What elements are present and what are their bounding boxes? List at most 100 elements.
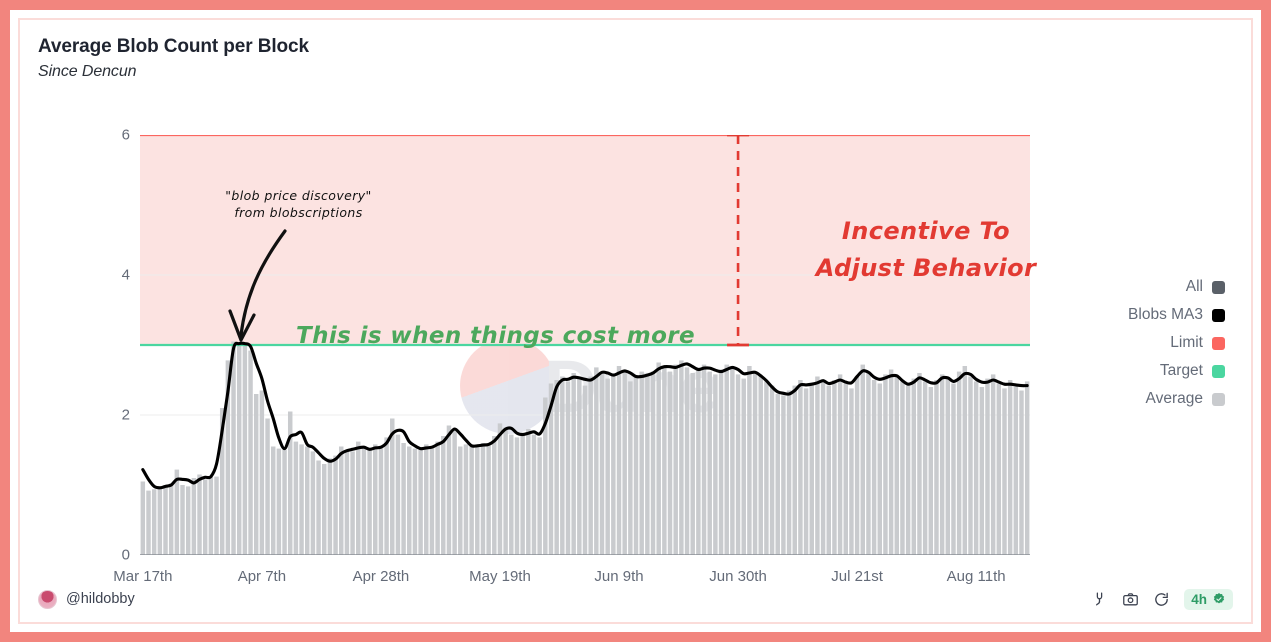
bar[interactable]	[475, 446, 480, 556]
bar[interactable]	[520, 432, 525, 556]
bar[interactable]	[599, 373, 605, 555]
bar[interactable]	[730, 368, 735, 555]
bar[interactable]	[934, 380, 939, 555]
bar[interactable]	[537, 437, 542, 555]
bar[interactable]	[990, 374, 996, 555]
bar[interactable]	[310, 451, 316, 555]
bar[interactable]	[492, 436, 497, 555]
bar[interactable]	[197, 474, 202, 556]
bar[interactable]	[803, 388, 809, 555]
bar[interactable]	[764, 381, 769, 555]
bar[interactable]	[265, 418, 270, 556]
bar[interactable]	[424, 444, 429, 555]
legend-item-average[interactable]: Average	[1146, 390, 1225, 408]
bar[interactable]	[236, 343, 242, 555]
bar[interactable]	[384, 437, 389, 555]
bar[interactable]	[792, 385, 797, 555]
bar[interactable]	[180, 485, 185, 555]
bar[interactable]	[168, 483, 174, 555]
bar[interactable]	[469, 445, 474, 555]
bar[interactable]	[509, 434, 514, 555]
bar[interactable]	[146, 490, 151, 555]
bar[interactable]	[775, 394, 780, 555]
bar[interactable]	[401, 443, 406, 555]
bar[interactable]	[486, 444, 491, 555]
bar[interactable]	[163, 485, 168, 555]
bar[interactable]	[480, 443, 486, 555]
bar[interactable]	[860, 364, 866, 555]
bar[interactable]	[407, 446, 412, 556]
bar[interactable]	[798, 380, 803, 555]
bar[interactable]	[826, 385, 831, 555]
bar[interactable]	[208, 476, 214, 555]
bar[interactable]	[679, 360, 684, 555]
bar[interactable]	[339, 446, 344, 556]
bar[interactable]	[888, 369, 894, 556]
bar[interactable]	[503, 427, 508, 555]
bar[interactable]	[1007, 380, 1013, 555]
bar[interactable]	[605, 378, 610, 555]
bar[interactable]	[560, 376, 565, 556]
bar[interactable]	[962, 366, 968, 555]
bar[interactable]	[333, 455, 338, 555]
bar[interactable]	[951, 383, 956, 556]
bar[interactable]	[928, 387, 934, 555]
bar[interactable]	[837, 374, 843, 555]
bar[interactable]	[299, 444, 304, 555]
bar[interactable]	[435, 441, 440, 555]
bar[interactable]	[514, 437, 520, 555]
bar[interactable]	[157, 487, 163, 555]
bar[interactable]	[429, 446, 435, 556]
refresh-interval-badge[interactable]: 4h	[1184, 588, 1233, 610]
bar[interactable]	[287, 411, 293, 556]
legend-item-all[interactable]: All	[1186, 278, 1225, 296]
bar[interactable]	[968, 376, 973, 556]
bar[interactable]	[843, 383, 848, 556]
bar[interactable]	[185, 486, 191, 555]
bar[interactable]	[701, 364, 707, 555]
bar[interactable]	[231, 341, 236, 556]
bar[interactable]	[752, 371, 758, 555]
bar[interactable]	[758, 375, 763, 555]
bar[interactable]	[996, 383, 1002, 556]
bar[interactable]	[248, 350, 253, 555]
bar[interactable]	[191, 478, 197, 555]
bar[interactable]	[412, 448, 418, 555]
embed-icon[interactable]	[1091, 591, 1108, 608]
bar[interactable]	[327, 458, 333, 555]
bar[interactable]	[356, 441, 361, 555]
bar[interactable]	[270, 446, 276, 556]
bar[interactable]	[361, 448, 367, 555]
bar[interactable]	[809, 383, 814, 556]
bar[interactable]	[871, 380, 877, 555]
bar[interactable]	[571, 373, 576, 555]
bar[interactable]	[577, 378, 582, 555]
bar[interactable]	[616, 366, 622, 555]
bar[interactable]	[526, 429, 531, 555]
bar[interactable]	[667, 371, 673, 555]
bar[interactable]	[849, 388, 854, 555]
bar[interactable]	[854, 376, 860, 556]
bar[interactable]	[945, 378, 951, 555]
bar[interactable]	[815, 376, 820, 556]
camera-icon[interactable]	[1122, 591, 1139, 608]
bar[interactable]	[418, 450, 423, 555]
bar[interactable]	[820, 381, 826, 555]
bar[interactable]	[378, 446, 384, 556]
bar[interactable]	[151, 489, 157, 555]
bar[interactable]	[276, 448, 282, 555]
bar[interactable]	[786, 390, 792, 556]
bar[interactable]	[293, 441, 299, 555]
bar[interactable]	[696, 367, 701, 555]
bar[interactable]	[645, 376, 650, 556]
bar[interactable]	[344, 450, 350, 555]
bar[interactable]	[922, 381, 928, 555]
bar[interactable]	[713, 374, 718, 555]
bar[interactable]	[316, 460, 321, 556]
bar[interactable]	[611, 374, 616, 555]
bar[interactable]	[911, 378, 917, 555]
bar[interactable]	[883, 374, 888, 555]
bar[interactable]	[497, 423, 503, 555]
bar[interactable]	[452, 430, 457, 555]
bar[interactable]	[628, 381, 633, 555]
